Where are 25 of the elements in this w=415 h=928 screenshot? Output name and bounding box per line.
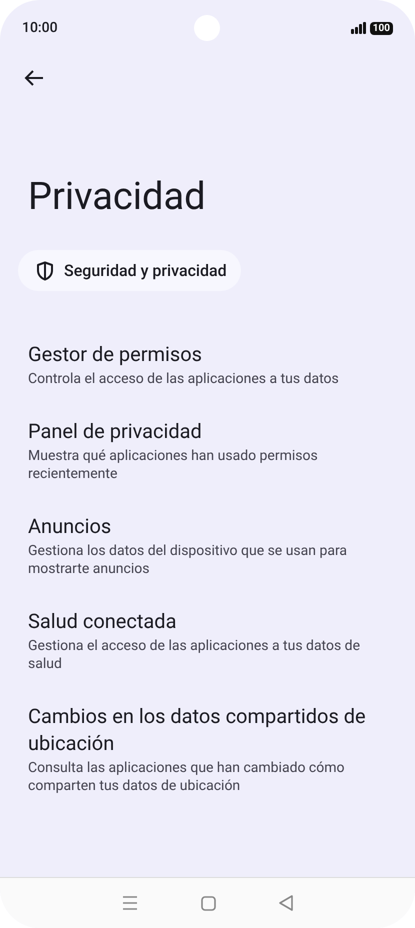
- back-icon[interactable]: [24, 69, 44, 87]
- item-subtitle: Controla el acceso de las aplicaciones a tus datos: [28, 370, 340, 388]
- home-icon[interactable]: [200, 896, 216, 910]
- security-privacy-chip[interactable]: Seguridad y privacidad: [18, 250, 241, 291]
- settings-item[interactable]: Panel de privacidad Muestra qué aplicaciones han usado permisos recientemente: [0, 408, 415, 503]
- back-nav-icon[interactable]: [279, 895, 294, 911]
- item-subtitle: Gestiona el acceso de las aplicaciones a tus datos de salud: [28, 637, 362, 673]
- item-subtitle: Muestra qué aplicaciones han usado permisos recientemente: [28, 447, 319, 483]
- settings-item[interactable]: Salud conectada Gestiona el acceso de las aplicaciones a tus datos de salud: [0, 598, 415, 693]
- item-title: Panel de privacidad: [28, 418, 203, 445]
- page-title: Privacidad: [28, 174, 207, 220]
- item-title: Anuncios: [28, 513, 112, 540]
- item-title: Cambios en los datos compartidos de ubicación: [28, 703, 367, 757]
- settings-item[interactable]: Gestor de permisos Controla el acceso de las aplicaciones a tus datos: [0, 331, 415, 408]
- battery-level: 100: [370, 22, 393, 34]
- item-title: Salud conectada: [28, 608, 178, 635]
- menu-icon[interactable]: [122, 896, 138, 910]
- item-subtitle: Gestiona los datos del dispositivo que se usan para mostrarte anuncios: [28, 542, 348, 578]
- settings-item[interactable]: Anuncios Gestiona los datos del dispositivo que se usan para mostrarte anuncios: [0, 503, 415, 598]
- status-time: 10:00: [22, 20, 58, 36]
- item-subtitle: Consulta las aplicaciones que han cambiado cómo comparten tus datos de ubicación: [28, 759, 346, 795]
- settings-item[interactable]: Cambios en los datos compartidos de ubicación Consulta las aplicaciones que han cambiado cómo comparten tus datos de ubicación: [0, 693, 415, 815]
- item-title: Gestor de permisos: [28, 341, 203, 368]
- shield-icon: [36, 260, 54, 280]
- signal-icon: [350, 22, 366, 34]
